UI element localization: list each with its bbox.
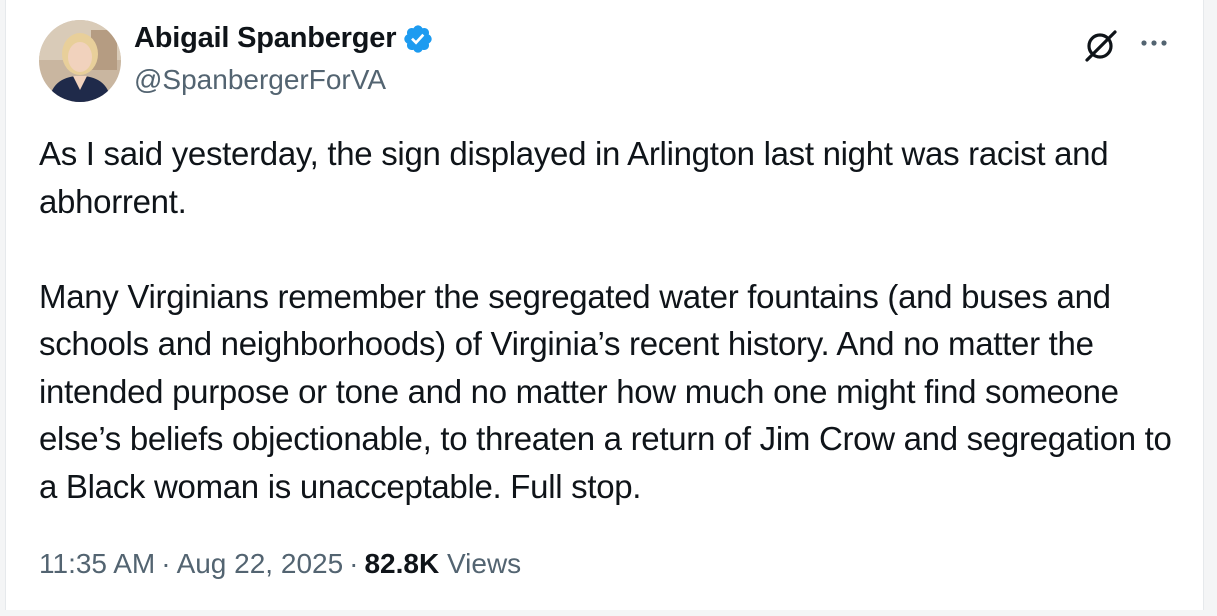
views-count[interactable]: 82.8K <box>364 548 439 579</box>
more-icon[interactable] <box>1136 28 1172 58</box>
tweet-paragraph: Many Virginians remember the segregated … <box>39 277 1172 505</box>
meta-separator: · <box>349 548 359 579</box>
tweet-card: Abigail Spanberger @SpanbergerForVA As I… <box>5 0 1204 610</box>
grok-icon[interactable] <box>1082 26 1120 64</box>
author-handle[interactable]: @SpanbergerForVA <box>134 64 386 96</box>
tweet-date[interactable]: Aug 22, 2025 <box>177 548 344 579</box>
tweet-text: As I said yesterday, the sign displayed … <box>39 130 1189 510</box>
tweet-time[interactable]: 11:35 AM <box>39 548 155 579</box>
author-display-name[interactable]: Abigail Spanberger <box>134 22 396 55</box>
author-name-row: Abigail Spanberger <box>134 22 434 55</box>
avatar-image <box>39 20 121 102</box>
verified-badge-icon[interactable] <box>402 23 434 55</box>
avatar[interactable] <box>39 20 121 102</box>
views-label: Views <box>446 548 522 579</box>
tweet-paragraph: As I said yesterday, the sign displayed … <box>39 135 1109 220</box>
tweet-meta: 11:35 AM · Aug 22, 2025 · 82.8K Views <box>39 548 521 580</box>
meta-separator: · <box>161 548 171 579</box>
